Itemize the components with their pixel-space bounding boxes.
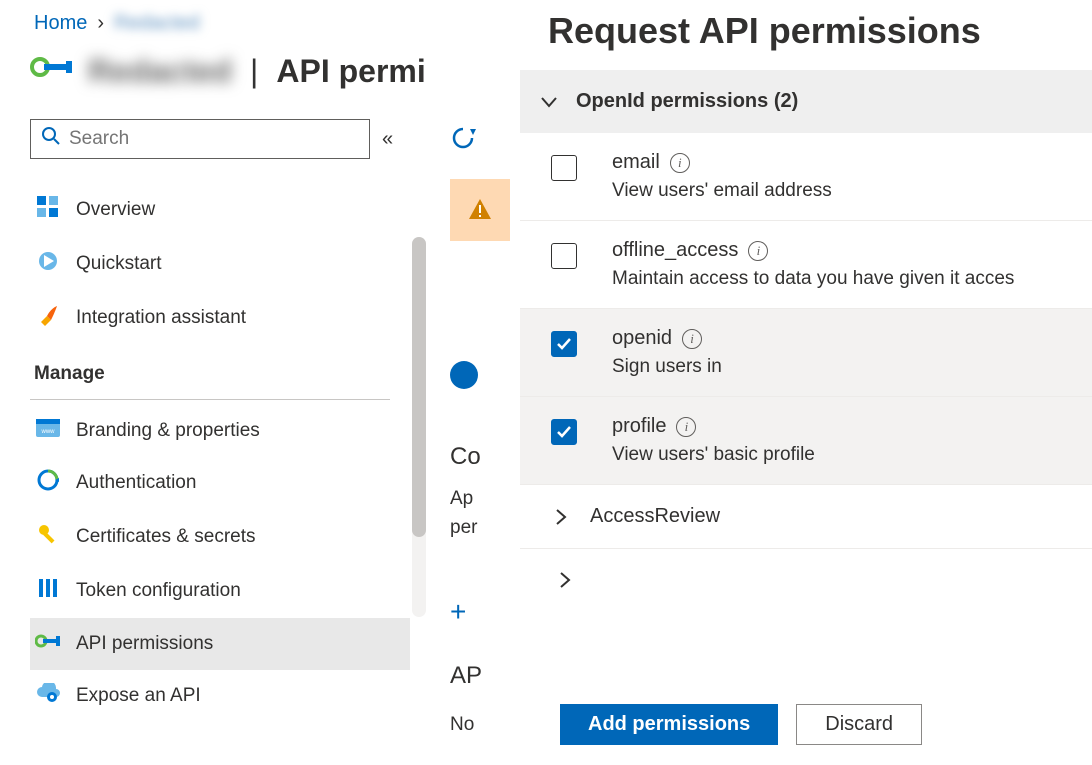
- permission-checkbox-email[interactable]: [551, 155, 577, 181]
- permission-name: openid: [612, 327, 672, 350]
- nav-certificates[interactable]: Certificates & secrets: [30, 510, 410, 564]
- nav-section-manage: Manage: [30, 345, 420, 393]
- group-label: OpenId permissions (2): [576, 90, 798, 113]
- nav-quickstart[interactable]: Quickstart: [30, 237, 410, 291]
- cloud-gear-icon: [34, 683, 62, 709]
- nav-divider: [30, 399, 390, 400]
- page-title: API permi: [276, 53, 425, 90]
- permission-desc: View users' email address: [612, 180, 832, 202]
- nav-token[interactable]: Token configuration: [30, 564, 410, 618]
- title-separator: |: [250, 53, 258, 90]
- breadcrumb-app[interactable]: Redacted: [114, 12, 200, 35]
- permission-checkbox-offline_access[interactable]: [551, 243, 577, 269]
- quickstart-icon: [34, 250, 62, 278]
- request-api-permissions-blade: Request API permissions OpenId permissio…: [520, 0, 1092, 765]
- permission-desc: Sign users in: [612, 356, 722, 378]
- app-registration-icon: [30, 45, 74, 97]
- blade-actions: Add permissions Discard: [520, 698, 1092, 765]
- search-icon: [41, 126, 61, 152]
- info-icon[interactable]: i: [670, 153, 690, 173]
- blade-title: Request API permissions: [520, 0, 1092, 70]
- nav-list: Overview Quickstart Integration assistan…: [30, 183, 420, 722]
- permission-name: offline_access: [612, 239, 738, 262]
- nav-label: Authentication: [76, 472, 196, 494]
- access-review-label: AccessReview: [590, 505, 720, 528]
- nav-label: API permissions: [76, 633, 213, 655]
- breadcrumb-home[interactable]: Home: [34, 12, 87, 35]
- permission-checkbox-openid[interactable]: [551, 331, 577, 357]
- api-permissions-icon: [34, 631, 62, 657]
- nav-label: Quickstart: [76, 253, 162, 275]
- info-icon[interactable]: i: [682, 329, 702, 349]
- chevron-right-icon: [550, 506, 572, 528]
- info-icon[interactable]: i: [748, 241, 768, 261]
- search-box[interactable]: [30, 119, 370, 159]
- app-name-blurred: Redacted: [88, 53, 232, 90]
- collapse-sidebar-button[interactable]: «: [382, 128, 393, 151]
- nav-label: Integration assistant: [76, 307, 246, 329]
- nav-integration[interactable]: Integration assistant: [30, 291, 410, 345]
- info-dot-icon: [450, 361, 478, 389]
- authentication-icon: [34, 469, 62, 497]
- nav-label: Overview: [76, 199, 155, 221]
- info-icon[interactable]: i: [676, 417, 696, 437]
- token-icon: [34, 577, 62, 605]
- svg-text:www: www: [41, 429, 56, 435]
- refresh-button[interactable]: [450, 135, 476, 156]
- permission-name: profile: [612, 415, 666, 438]
- permission-name: email: [612, 151, 660, 174]
- rocket-icon: [34, 304, 62, 332]
- nav-label: Expose an API: [76, 685, 201, 707]
- warning-banner: [450, 179, 510, 241]
- chevron-right-icon: [554, 569, 576, 591]
- permission-row-openid[interactable]: openid i Sign users in: [520, 309, 1092, 397]
- nav-branding[interactable]: www Branding & properties: [30, 406, 410, 456]
- nav-label: Branding & properties: [76, 420, 260, 442]
- breadcrumb-sep-icon: ›: [97, 12, 104, 35]
- nav-label: Certificates & secrets: [76, 526, 256, 548]
- nav-authentication[interactable]: Authentication: [30, 456, 410, 510]
- permission-row-profile[interactable]: profile i View users' basic profile: [520, 397, 1092, 485]
- add-permissions-button[interactable]: Add permissions: [560, 704, 778, 745]
- plus-icon: +: [450, 596, 466, 628]
- nav-api-permissions[interactable]: API permissions: [30, 618, 410, 670]
- permission-desc: View users' basic profile: [612, 444, 815, 466]
- discard-button[interactable]: Discard: [796, 704, 922, 745]
- nav-expose[interactable]: Expose an API: [30, 670, 410, 722]
- overview-icon: [34, 196, 62, 224]
- key-icon: [34, 523, 62, 551]
- search-input[interactable]: [69, 128, 359, 150]
- permission-checkbox-profile[interactable]: [551, 419, 577, 445]
- chevron-down-icon: [538, 91, 560, 113]
- nav-label: Token configuration: [76, 580, 241, 602]
- collapsed-group[interactable]: [520, 548, 1092, 611]
- access-review-group[interactable]: AccessReview: [520, 485, 1092, 548]
- permission-desc: Maintain access to data you have given i…: [612, 268, 1014, 290]
- sidebar: « Overview Quickstart Integration a: [0, 105, 420, 750]
- permission-row-email[interactable]: email i View users' email address: [520, 133, 1092, 221]
- nav-overview[interactable]: Overview: [30, 183, 410, 237]
- openid-group-header[interactable]: OpenId permissions (2): [520, 70, 1092, 133]
- branding-icon: www: [34, 419, 62, 443]
- permission-row-offline_access[interactable]: offline_access i Maintain access to data…: [520, 221, 1092, 309]
